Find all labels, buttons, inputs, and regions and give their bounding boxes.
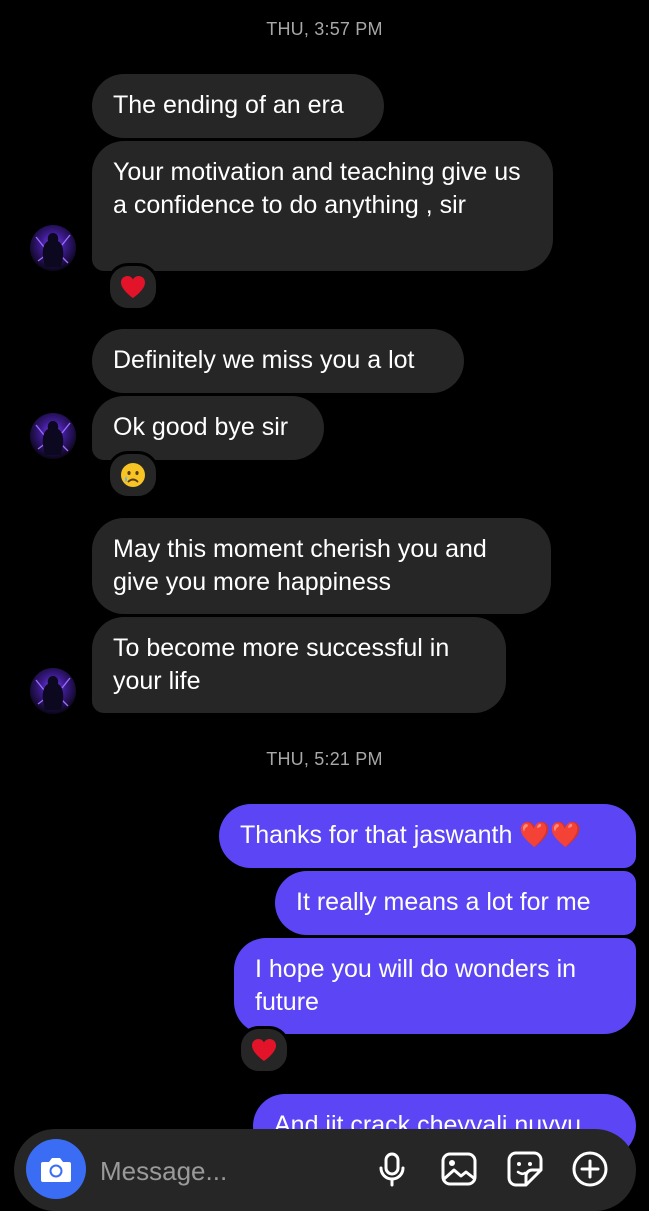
received-message[interactable]: To become more successful in your life <box>92 617 506 713</box>
red-heart-icon <box>252 1039 276 1061</box>
contact-avatar[interactable] <box>30 413 76 459</box>
gallery-icon <box>441 1152 477 1186</box>
camera-button[interactable] <box>26 1139 86 1199</box>
plus-icon <box>572 1151 608 1187</box>
reaction-crying[interactable] <box>107 451 159 499</box>
microphone-button[interactable] <box>372 1149 412 1189</box>
sent-message[interactable]: Thanks for that jaswanth ❤️❤️ <box>219 804 636 868</box>
microphone-icon <box>379 1152 405 1187</box>
sent-message[interactable]: It really means a lot for me <box>275 871 636 935</box>
sent-message[interactable]: I hope you will do wonders in future <box>234 938 636 1034</box>
crying-face-icon <box>121 463 145 487</box>
received-message[interactable]: May this moment cherish you and give you… <box>92 518 551 614</box>
camera-icon <box>41 1158 71 1182</box>
message-composer <box>14 1129 636 1211</box>
timestamp: THU, 3:57 PM <box>266 19 383 39</box>
sticker-button[interactable] <box>505 1149 545 1189</box>
received-message[interactable]: Definitely we miss you a lot <box>92 329 464 393</box>
more-button[interactable] <box>570 1149 610 1189</box>
reaction-heart[interactable] <box>238 1026 290 1074</box>
reaction-heart[interactable] <box>107 263 159 311</box>
sticker-icon <box>507 1151 543 1187</box>
contact-avatar[interactable] <box>30 225 76 271</box>
timestamp: THU, 5:21 PM <box>266 749 383 769</box>
message-input[interactable] <box>100 1151 350 1191</box>
gallery-button[interactable] <box>439 1149 479 1189</box>
received-message[interactable]: The ending of an era <box>92 74 384 138</box>
red-heart-icon <box>121 276 145 298</box>
contact-avatar[interactable] <box>30 668 76 714</box>
received-message[interactable]: Your motivation and teaching give us a c… <box>92 141 553 271</box>
